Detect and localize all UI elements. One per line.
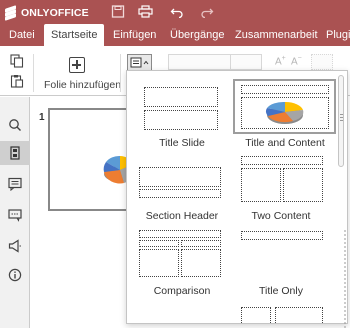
layout-label: Section Header xyxy=(145,210,219,222)
tab-insert[interactable]: Einfügen xyxy=(113,24,156,46)
comments-button[interactable] xyxy=(0,172,30,196)
layout-label: Title Only xyxy=(259,285,303,297)
slide-layout-menu: Title Slide Title and Content Section He… xyxy=(126,70,348,324)
tab-plugins[interactable]: Plugi xyxy=(326,24,350,46)
layout-label: Title and Content xyxy=(245,137,325,149)
save-icon[interactable] xyxy=(111,5,125,18)
redo-icon[interactable] xyxy=(200,5,214,19)
copy-icon[interactable] xyxy=(10,54,24,68)
slide-thumbnail[interactable] xyxy=(48,108,134,211)
app-logo: ONLYOFFICE xyxy=(4,4,89,21)
layout-title-slide[interactable] xyxy=(137,81,237,143)
search-button[interactable] xyxy=(0,113,30,137)
slides-button[interactable] xyxy=(0,141,30,165)
layout-title-and-content[interactable] xyxy=(233,79,336,134)
add-slide-button[interactable] xyxy=(69,57,85,73)
tab-file[interactable]: Datei xyxy=(9,24,35,46)
app-brand: ONLYOFFICE xyxy=(21,7,89,19)
slides-icon xyxy=(10,146,20,160)
print-icon[interactable] xyxy=(138,5,153,18)
about-button[interactable] xyxy=(0,263,30,287)
paste-icon[interactable] xyxy=(10,74,24,88)
search-icon xyxy=(9,119,21,131)
layout-label: Two Content xyxy=(251,210,311,222)
layout-title-only[interactable] xyxy=(239,229,329,249)
chat-icon xyxy=(8,209,22,222)
title-bar: ONLYOFFICE xyxy=(0,0,350,24)
increase-font-icon[interactable]: A+ xyxy=(275,55,286,67)
editor-ruler-edge xyxy=(340,230,350,328)
decrease-font-icon[interactable]: A− xyxy=(291,55,302,67)
tab-collaboration[interactable]: Zusammenarbeit xyxy=(235,24,318,46)
layout-two-content[interactable] xyxy=(239,155,329,207)
slide-layout-button[interactable] xyxy=(127,54,152,71)
feedback-button[interactable] xyxy=(0,234,30,258)
about-icon xyxy=(8,268,22,282)
onlyoffice-logo-icon xyxy=(4,4,17,21)
tab-home[interactable]: Startseite xyxy=(44,24,105,46)
pie-chart-icon xyxy=(265,101,304,124)
undo-icon[interactable] xyxy=(170,5,184,19)
menu-tabs: Datei Startseite Einfügen Übergänge Zusa… xyxy=(0,24,350,46)
chat-button[interactable] xyxy=(0,203,30,227)
slide-number: 1 xyxy=(39,112,45,123)
layout-section-header[interactable] xyxy=(137,165,227,205)
comments-icon xyxy=(8,177,22,191)
layout-comparison[interactable] xyxy=(137,229,227,279)
layout-label: Title Slide xyxy=(159,137,205,149)
feedback-icon xyxy=(8,239,21,253)
font-size-field[interactable] xyxy=(230,54,262,70)
layout-label: Comparison xyxy=(153,285,211,297)
layout-next-row[interactable] xyxy=(239,305,329,323)
tab-transitions[interactable]: Übergänge xyxy=(170,24,224,46)
text-box-icon[interactable] xyxy=(311,54,333,70)
layout-menu-scrollbar[interactable] xyxy=(338,75,344,167)
left-sidebar xyxy=(0,97,30,328)
